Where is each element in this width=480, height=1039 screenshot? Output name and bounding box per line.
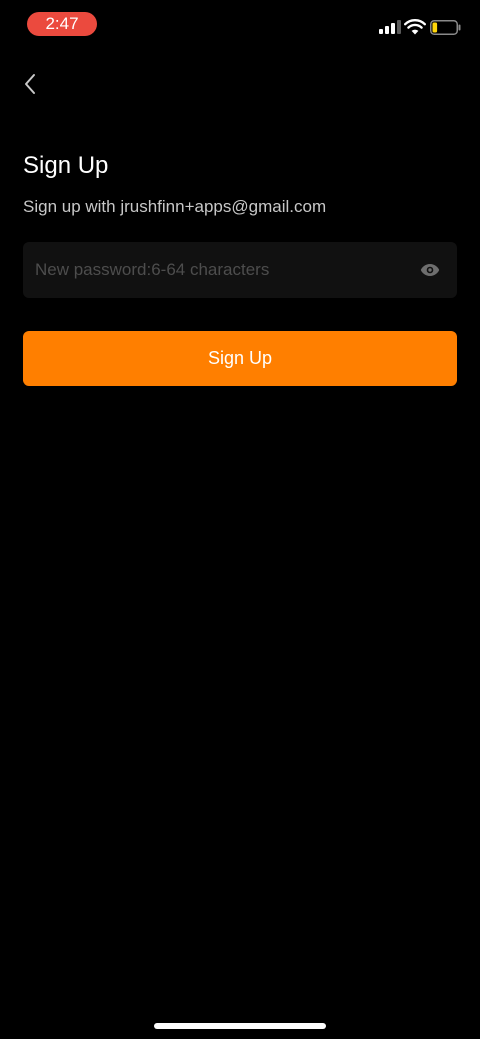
- status-bar: 2:47: [0, 0, 480, 50]
- password-input[interactable]: [35, 242, 415, 298]
- chevron-left-icon: [25, 74, 35, 94]
- password-field: [23, 242, 457, 298]
- show-password-toggle[interactable]: [419, 259, 441, 281]
- eye-icon: [420, 264, 440, 276]
- back-button[interactable]: [14, 68, 46, 100]
- battery-low-icon: [430, 20, 461, 35]
- battery-level-fill: [432, 22, 438, 33]
- wifi-icon: [404, 19, 426, 35]
- cellular-signal-icon: [379, 20, 401, 34]
- page-title: Sign Up: [23, 152, 109, 179]
- sign-up-button[interactable]: Sign Up: [23, 331, 457, 386]
- status-time[interactable]: 2:47: [27, 12, 97, 36]
- signup-email-subtitle: Sign up with jrushfinn+apps@gmail.com: [23, 197, 327, 216]
- home-indicator[interactable]: [154, 1023, 326, 1029]
